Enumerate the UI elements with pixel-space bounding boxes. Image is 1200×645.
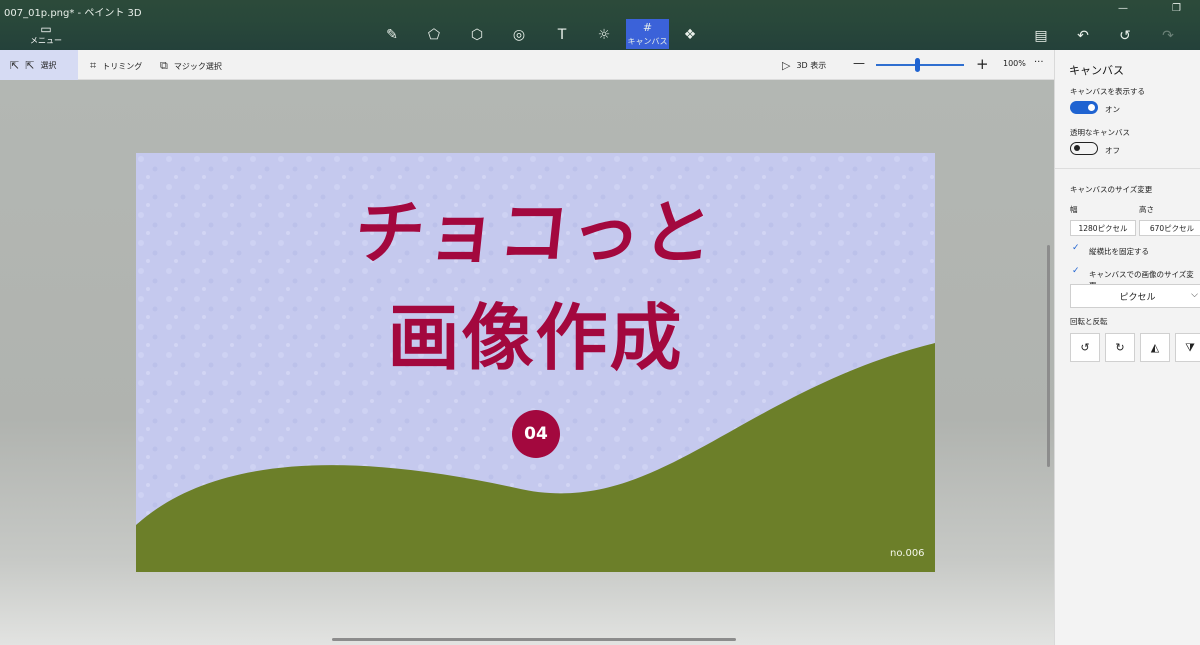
crop-label: トリミング [102, 61, 143, 71]
paste-icon: ▤ [1034, 28, 1048, 44]
canvas-panel: キャンバス キャンバスを表示する オン 透明なキャンバス オフ キャンバスのサイ… [1054, 50, 1200, 645]
history-button[interactable]: ↺ [1115, 26, 1135, 46]
view-3d-button[interactable]: ▷ 3D 表示 [782, 59, 826, 72]
effects-icon: ☼ [597, 27, 611, 43]
redo-button[interactable]: ↷ [1158, 26, 1178, 46]
number-badge: 04 [512, 410, 560, 458]
magic-select-button[interactable]: ⧉ マジック選択 [160, 59, 222, 73]
flip-vertical-button[interactable]: ⧩ [1175, 333, 1200, 362]
resize-canvas-label: キャンバスのサイズ変更 [1070, 185, 1153, 194]
headline-line-1: チョコっと [350, 192, 720, 274]
canvas-image[interactable]: チョコっと 画像作成 04 no.006 [136, 153, 935, 572]
tool-stickers[interactable]: ◎ [507, 21, 531, 49]
redo-icon: ↷ [1162, 28, 1174, 44]
serial-label: no.006 [890, 548, 925, 559]
brush-icon: ✎ [386, 27, 398, 43]
transparent-canvas-label: 透明なキャンバス [1070, 128, 1130, 137]
tool-2d-shapes[interactable]: ⬠ [422, 21, 446, 49]
maximize-icon[interactable]: ❐ [1172, 3, 1181, 14]
divider [1055, 168, 1200, 169]
tool-text[interactable]: T [550, 21, 574, 49]
rotate-right-icon: ↻ [1115, 341, 1125, 354]
menu-button[interactable]: ▭ メニュー [30, 22, 62, 46]
canvas-icon: # [642, 21, 653, 34]
panel-title: キャンバス [1069, 64, 1124, 77]
more-icon: ··· [1034, 57, 1044, 68]
rotate-left-icon: ↺ [1080, 341, 1090, 354]
3d-library-icon: ❖ [683, 27, 697, 43]
rotate-flip-label: 回転と反転 [1070, 317, 1108, 326]
rotate-right-button[interactable]: ↻ [1105, 333, 1135, 362]
resize-image-checkbox[interactable]: ✓ [1072, 266, 1080, 276]
tool-canvas[interactable]: # キャンバス [626, 19, 669, 49]
paste-button[interactable]: ▤ [1031, 26, 1051, 46]
window-title: 007_01p.png* - ペイント 3D [4, 8, 142, 19]
show-canvas-label: キャンバスを表示する [1070, 87, 1145, 96]
width-input[interactable]: 1280ピクセル [1070, 220, 1136, 236]
tool-brushes[interactable]: ✎ [380, 21, 404, 49]
zoom-out-button[interactable]: — [853, 56, 865, 70]
text-icon: T [557, 27, 567, 43]
select-button[interactable]: ⇱ ⇱ 選択 [10, 59, 56, 72]
history-icon: ↺ [1119, 28, 1131, 44]
height-label: 高さ [1139, 205, 1154, 214]
menu-label: メニュー [30, 36, 62, 45]
show-canvas-state: オン [1105, 105, 1120, 114]
2d-shapes-icon: ⬠ [427, 27, 441, 43]
lock-aspect-checkbox[interactable]: ✓ [1072, 243, 1080, 253]
magic-select-label: マジック選択 [173, 61, 222, 71]
minimize-icon[interactable]: — [1118, 3, 1128, 14]
view-3d-label: 3D 表示 [796, 61, 827, 70]
tool-3d-shapes[interactable]: ⬡ [465, 21, 489, 49]
more-options-button[interactable]: ··· [1034, 57, 1044, 68]
zoom-level-value: 100% [1003, 59, 1026, 68]
zoom-in-icon: + [976, 55, 989, 73]
zoom-slider-track[interactable] [876, 64, 964, 66]
zoom-level[interactable]: 100% [1003, 59, 1026, 68]
selection-toolbar: ⇱ ⇱ 選択 ⌗ トリミング ⧉ マジック選択 ▷ 3D 表示 — + 100%… [0, 50, 1054, 80]
folder-icon: ▭ [40, 22, 52, 36]
vertical-scrollbar[interactable] [1047, 245, 1050, 467]
zoom-in-button[interactable]: + [976, 55, 989, 73]
height-input[interactable]: 670ピクセル [1139, 220, 1200, 236]
zoom-slider-thumb[interactable] [914, 58, 920, 72]
headline-line-2: 画像作成 [387, 296, 684, 380]
flip-horizontal-button[interactable]: ◭ [1140, 333, 1170, 362]
toggle-knob [1074, 145, 1080, 151]
pointer-icon: ⇱ [10, 59, 20, 72]
magic-select-icon: ⧉ [160, 59, 168, 72]
undo-icon: ↶ [1077, 28, 1089, 44]
stickers-icon: ◎ [512, 27, 526, 43]
view-3d-icon: ▷ [782, 59, 791, 72]
rotate-left-button[interactable]: ↺ [1070, 333, 1100, 362]
zoom-out-icon: — [853, 56, 865, 70]
lock-aspect-label: 縦横比を固定する [1089, 247, 1149, 256]
crop-button[interactable]: ⌗ トリミング [90, 59, 142, 73]
tool-effects[interactable]: ☼ [592, 21, 616, 49]
3d-shapes-icon: ⬡ [470, 27, 484, 43]
toggle-knob [1088, 104, 1095, 111]
undo-button[interactable]: ↶ [1073, 26, 1093, 46]
select-icon: ⇱ [25, 59, 35, 72]
chevron-down-icon: ⌵ [1191, 290, 1198, 300]
select-label: 選択 [40, 61, 57, 70]
title-bar: 007_01p.png* - ペイント 3D — ❐ ▭ メニュー ✎ ⬠ ⬡ … [0, 0, 1200, 50]
unit-select-value: ピクセル [1119, 292, 1156, 303]
transparent-canvas-state: オフ [1105, 146, 1120, 155]
transparent-canvas-toggle[interactable] [1070, 142, 1098, 155]
crop-icon: ⌗ [90, 59, 97, 72]
flip-horizontal-icon: ◭ [1150, 341, 1160, 354]
show-canvas-toggle[interactable] [1070, 101, 1098, 114]
tool-3d-library[interactable]: ❖ [678, 21, 702, 49]
unit-select[interactable]: ピクセル ⌵ [1070, 284, 1200, 308]
horizontal-scrollbar[interactable] [332, 638, 736, 641]
width-label: 幅 [1070, 205, 1078, 214]
flip-vertical-icon: ⧩ [1185, 340, 1195, 354]
tool-canvas-label: キャンバス [627, 37, 668, 46]
